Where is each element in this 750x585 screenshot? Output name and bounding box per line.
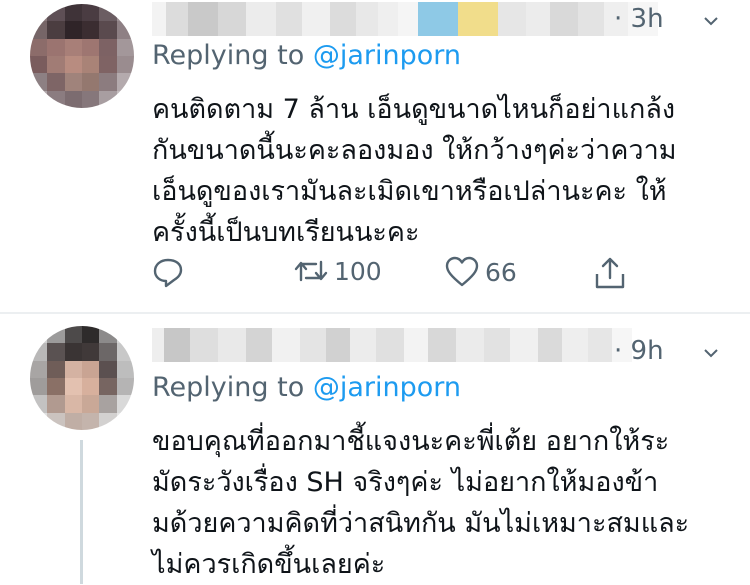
reply-handle-link[interactable]: @jarinporn (313, 372, 461, 403)
reply-handle-link[interactable]: @jarinporn (313, 40, 461, 71)
chevron-down-icon[interactable] (704, 14, 718, 28)
replying-prefix: Replying to (152, 372, 313, 403)
like-icon (445, 256, 479, 288)
tweet-text: คนติดตาม 7 ล้าน เอ็นดูขนาดไหนก็อย่าแกล้ง… (152, 94, 677, 248)
like-count: 66 (485, 257, 517, 287)
replying-to: Replying to @jarinporn (152, 372, 461, 403)
thread-line (80, 440, 83, 584)
share-button[interactable] (594, 256, 626, 290)
reply-button[interactable] (152, 256, 184, 288)
tweet[interactable]: · 3h Replying to @jarinporn คนติดตาม 7 ล… (0, 0, 750, 313)
retweet-count: 100 (334, 256, 382, 286)
chevron-down-icon[interactable] (704, 346, 718, 360)
tweet-actions: 100 66 (152, 256, 632, 296)
like-button[interactable]: 66 (445, 256, 517, 288)
replying-to: Replying to @jarinporn (152, 40, 461, 71)
retweet-button[interactable]: 100 (294, 256, 382, 286)
avatar[interactable] (30, 4, 134, 108)
replying-prefix: Replying to (152, 40, 313, 71)
user-name-redacted[interactable] (152, 2, 658, 36)
user-name-redacted[interactable] (152, 328, 632, 362)
tweet-text: ขอบคุณที่ออกมาชี้แจงนะคะพี่เต้ย อยากให้ร… (152, 426, 690, 580)
retweet-icon (294, 256, 328, 286)
reply-icon (152, 256, 184, 288)
tweet[interactable]: · 9h Replying to @jarinporn ขอบคุณที่ออก… (0, 314, 750, 584)
avatar[interactable] (30, 326, 134, 430)
tweet-timestamp[interactable]: · 3h (614, 4, 664, 34)
share-icon (594, 256, 626, 290)
tweet-timestamp[interactable]: · 9h (614, 336, 664, 366)
